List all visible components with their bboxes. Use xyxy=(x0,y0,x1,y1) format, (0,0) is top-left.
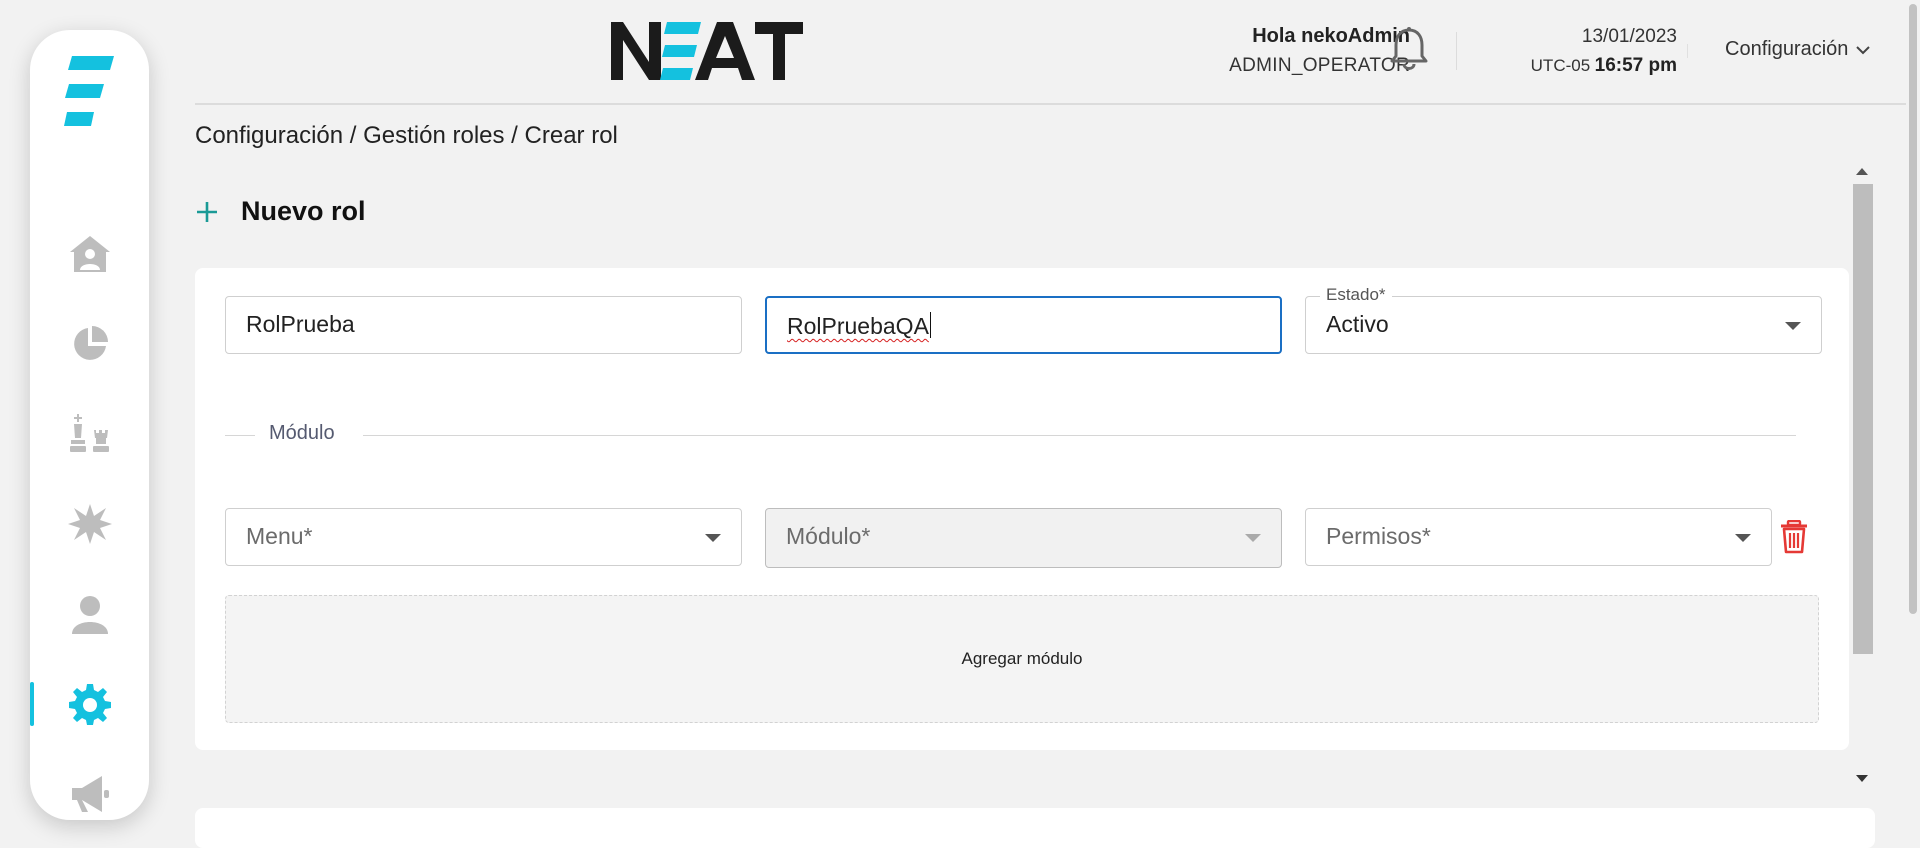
breadcrumb-item-configuracion[interactable]: Configuración xyxy=(195,122,343,149)
top-header: Hola nekoAdmin ADMIN_OPERATOR 13/01/2023… xyxy=(195,0,1910,105)
plus-icon xyxy=(197,201,217,222)
header-divider-2 xyxy=(1687,44,1688,58)
megaphone-icon xyxy=(71,776,109,812)
user-greeting: Hola nekoAdmin ADMIN_OPERATOR xyxy=(1229,22,1410,80)
role-form-card: RolPrueba RolPruebaQA Estado* Activo Mód… xyxy=(195,268,1849,750)
greeting-text: Hola nekoAdmin xyxy=(1252,25,1410,47)
dropdown-arrow-icon xyxy=(1245,534,1261,542)
menu-placeholder: Menu* xyxy=(246,523,313,549)
sidebar-item-home[interactable] xyxy=(30,224,149,284)
module-section-divider: Módulo xyxy=(225,420,1796,450)
dropdown-arrow-icon xyxy=(1785,322,1801,330)
divider-line-left xyxy=(225,435,255,436)
add-module-button[interactable]: Agregar módulo xyxy=(225,595,1819,723)
breadcrumb-item-gestion-roles[interactable]: Gestión roles xyxy=(363,122,504,149)
sidebar-item-settings[interactable] xyxy=(30,674,149,734)
sidebar-item-reports[interactable] xyxy=(30,314,149,374)
config-menu-label: Configuración xyxy=(1725,38,1849,60)
scroll-up-icon[interactable] xyxy=(1856,168,1868,175)
config-menu-button[interactable]: Configuración xyxy=(1725,38,1871,61)
page-title: Nuevo rol xyxy=(195,196,366,227)
brand-logo xyxy=(611,22,803,80)
sidebar xyxy=(30,30,149,820)
current-date: 13/01/2023 xyxy=(1581,26,1677,47)
chess-pieces-icon xyxy=(69,414,109,452)
permissions-card xyxy=(195,808,1875,848)
estado-select[interactable]: Estado* Activo xyxy=(1305,285,1822,354)
divider-line-right xyxy=(363,435,1796,436)
modulo-placeholder: Módulo* xyxy=(786,523,871,549)
breadcrumb-item-crear-rol: Crear rol xyxy=(524,122,618,149)
permisos-placeholder: Permisos* xyxy=(1326,523,1431,549)
breadcrumb: Configuración / Gestión roles / Crear ro… xyxy=(195,122,618,150)
home-user-icon xyxy=(69,236,110,272)
text-caret xyxy=(929,312,932,338)
menu-select[interactable]: Menu* xyxy=(225,508,742,566)
burst-icon xyxy=(67,504,112,544)
sidebar-item-users[interactable] xyxy=(30,584,149,644)
timezone: UTC-05 xyxy=(1530,56,1591,75)
current-time: 16:57 pm xyxy=(1594,55,1677,76)
trash-icon[interactable] xyxy=(1779,520,1809,554)
content-scrollbar[interactable] xyxy=(1852,168,1873,782)
modulo-select: Módulo* xyxy=(765,508,1282,568)
sidebar-item-strategy[interactable] xyxy=(30,404,149,464)
neat-logo-icon[interactable] xyxy=(64,54,114,126)
chevron-down-icon xyxy=(1856,45,1871,54)
scrollbar-thumb[interactable] xyxy=(1853,184,1873,654)
estado-value: Activo xyxy=(1326,311,1389,337)
role-name-value: RolPrueba xyxy=(246,311,355,337)
role-name-field[interactable]: RolPrueba xyxy=(225,296,742,354)
role-description-field[interactable]: RolPruebaQA xyxy=(765,296,1282,354)
permisos-select[interactable]: Permisos* xyxy=(1305,508,1772,566)
page-title-text: Nuevo rol xyxy=(241,196,366,226)
page-scrollbar-thumb[interactable] xyxy=(1909,4,1917,614)
page-scrollbar[interactable] xyxy=(1906,0,1920,834)
user-icon xyxy=(71,596,108,634)
add-module-label: Agregar módulo xyxy=(961,649,1083,668)
bell-icon[interactable] xyxy=(1388,26,1430,72)
dropdown-arrow-icon xyxy=(1735,534,1751,542)
module-section-label: Módulo xyxy=(269,422,335,444)
breadcrumb-separator: / xyxy=(504,122,525,149)
dropdown-arrow-icon xyxy=(705,534,721,542)
sidebar-item-events[interactable] xyxy=(30,494,149,554)
header-divider xyxy=(1456,32,1457,70)
gear-icon xyxy=(68,684,111,725)
pie-chart-icon xyxy=(73,326,108,360)
breadcrumb-separator: / xyxy=(343,122,364,149)
role-description-value: RolPruebaQA xyxy=(787,313,929,339)
sidebar-item-campaigns[interactable] xyxy=(30,764,149,824)
scroll-down-icon[interactable] xyxy=(1856,775,1868,782)
date-time: 13/01/2023 UTC-05 16:57 pm xyxy=(1531,22,1677,81)
estado-label: Estado* xyxy=(1320,285,1392,305)
user-role: ADMIN_OPERATOR xyxy=(1229,55,1410,76)
